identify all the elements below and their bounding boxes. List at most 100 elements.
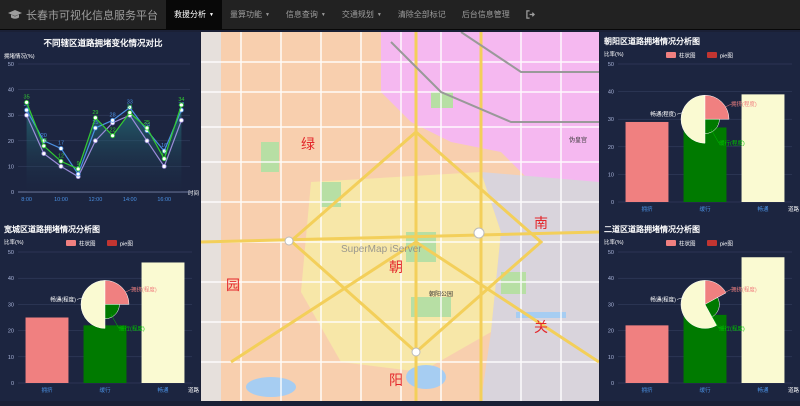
data-point [75, 166, 81, 172]
pie-label: 缓行(程度) [719, 139, 745, 147]
district-label: 阳 [389, 372, 403, 388]
graduation-cap-icon [8, 9, 22, 19]
kuancheng-chart: 宽城区道路拥堵情况分析图比率(%) 柱状图 pie图 0 10 20 30 40 50 道路 拥挤 缓… [3, 224, 200, 394]
kuancheng-panel: 宽城区道路拥堵情况分析图 比率(%) 柱状图 pie图 0 10 20 30 40 50 道路 拥挤 缓… [0, 220, 200, 401]
y-tick-label: 0 [611, 200, 614, 206]
map-canvas[interactable]: 绿 园 朝 阳 南 关 SuperMap iServer 朝阳公园 伪皇宫 [201, 32, 599, 401]
nav-item-4[interactable]: 清除全部标记 [390, 0, 454, 30]
y-tick-label: 20 [8, 139, 14, 145]
chart-title: 朝阳区道路拥堵情况分析图 [604, 36, 700, 46]
pie-label: 拥挤(程度) [731, 285, 757, 293]
data-point [58, 163, 64, 169]
legend-label: pie图 [120, 240, 133, 248]
data-point [93, 125, 98, 131]
y-tick-label: 40 [608, 276, 614, 282]
pie-label: 拥挤(程度) [731, 100, 757, 108]
nav-item-0[interactable]: 救援分析 ▼ [166, 0, 222, 30]
data-label: 18 [41, 138, 47, 144]
data-label: 12 [58, 153, 64, 159]
chart-title: 宽城区道路拥堵情况分析图 [3, 224, 100, 234]
bar [25, 317, 69, 383]
x-tick-label: 10:00 [54, 197, 68, 203]
data-point [75, 171, 81, 177]
x-tick-label: 拥挤 [641, 386, 653, 394]
legend-label: 柱状图 [79, 240, 96, 248]
x-tick-label: 8:00 [21, 197, 32, 203]
data-point [24, 107, 30, 113]
district-label: 绿 [301, 136, 315, 152]
y-tick-label: 30 [8, 302, 14, 308]
y-tick-label: 30 [608, 302, 614, 308]
x-tick-label: 缓行 [699, 386, 711, 394]
y-tick-label: 30 [608, 117, 614, 123]
data-label: 13 [161, 151, 167, 157]
x-axis-label: 道路 [788, 386, 800, 394]
logout-button[interactable] [518, 0, 543, 30]
data-point [93, 115, 98, 121]
data-label: 17 [58, 140, 64, 146]
y-tick-label: 40 [8, 276, 14, 282]
x-axis-label: 道路 [788, 205, 800, 213]
caret-down-icon: ▼ [264, 11, 270, 18]
data-point [161, 163, 167, 169]
y-tick-label: 10 [8, 164, 14, 170]
pie-label: 缓行(程度) [719, 324, 745, 332]
nav-item-1[interactable]: 量算功能 ▼ [222, 0, 278, 30]
bar [83, 325, 127, 383]
pie-label: 拥挤(程度) [131, 285, 157, 293]
pie-label: 畅通(程度) [650, 295, 676, 303]
bar [625, 121, 669, 202]
nav-item-label: 后台信息管理 [461, 10, 510, 19]
data-label: 28 [110, 112, 116, 118]
data-label: 29 [92, 110, 98, 116]
landmark-label: 朝阳公园 [429, 290, 453, 298]
nav-item-5[interactable]: 后台信息管理 [454, 0, 518, 30]
caret-down-icon: ▼ [320, 11, 326, 18]
nav-item-label: 救援分析 [174, 10, 206, 19]
pie-label: 畅通(程度) [50, 295, 76, 303]
y-tick-label: 10 [608, 172, 614, 178]
data-point [161, 156, 167, 162]
nav-item-label: 清除全部标记 [397, 10, 446, 19]
data-label: 31 [127, 105, 133, 111]
brand[interactable]: 长春市可视化信息服务平台 [0, 0, 166, 30]
district-label: 关 [534, 319, 548, 335]
y-tick-label: 0 [11, 381, 14, 387]
x-tick-label: 畅通 [157, 386, 169, 394]
bar [141, 262, 185, 383]
y-tick-label: 20 [608, 145, 614, 151]
city-map[interactable]: 绿 园 朝 阳 南 关 SuperMap iServer 朝阳公园 伪皇宫 [201, 32, 599, 401]
x-tick-label: 拥挤 [641, 205, 653, 213]
data-point [41, 151, 47, 156]
y-tick-label: 40 [8, 88, 14, 94]
nav-item-label: 交通规划 [341, 10, 374, 19]
pie-label: 缓行(程度) [119, 324, 145, 332]
nav-item-2[interactable]: 信息查询 ▼ [278, 0, 334, 30]
y-tick-label: 0 [11, 190, 14, 196]
y-axis-label: 比率(%) [604, 50, 624, 58]
pie-slice [80, 280, 106, 329]
x-tick-label: 16:00 [157, 197, 171, 203]
legend-label: 柱状图 [679, 52, 696, 60]
legend-label: 柱状图 [679, 240, 696, 248]
nav-item-3[interactable]: 交通规划 ▼ [334, 0, 390, 30]
erdao-panel: 二道区道路拥堵情况分析图 比率(%) 柱状图 pie图 0 10 20 30 40 50 道路 拥挤 缓… [600, 220, 800, 401]
data-point [178, 102, 184, 108]
bar [741, 94, 785, 202]
legend-swatch [707, 240, 717, 246]
bar [625, 325, 669, 383]
data-point [58, 146, 64, 151]
nav-item-label: 信息查询 [285, 10, 318, 19]
y-tick-label: 50 [608, 62, 614, 68]
x-axis-label: 道路 [188, 386, 200, 394]
data-point [24, 100, 30, 105]
y-tick-label: 40 [608, 90, 614, 96]
data-point [41, 143, 47, 149]
line-chart-panel: 不同辖区道路拥堵变化情况对比 拥堵情况(%) 时间 0 10 20 30 40 50 8:00 10… [0, 32, 200, 220]
landmark-label: 伪皇宫 [569, 136, 587, 144]
pie-label: 畅通(程度) [650, 110, 676, 118]
x-axis-label: 时间 [188, 189, 199, 197]
chaoyang-panel: 朝阳区道路拥堵情况分析图 比率(%) 柱状图 pie图 0 10 20 30 40 50 道路 拥挤 缓… [600, 32, 800, 220]
data-label: 35 [24, 94, 30, 100]
legend-label: pie图 [720, 240, 733, 248]
